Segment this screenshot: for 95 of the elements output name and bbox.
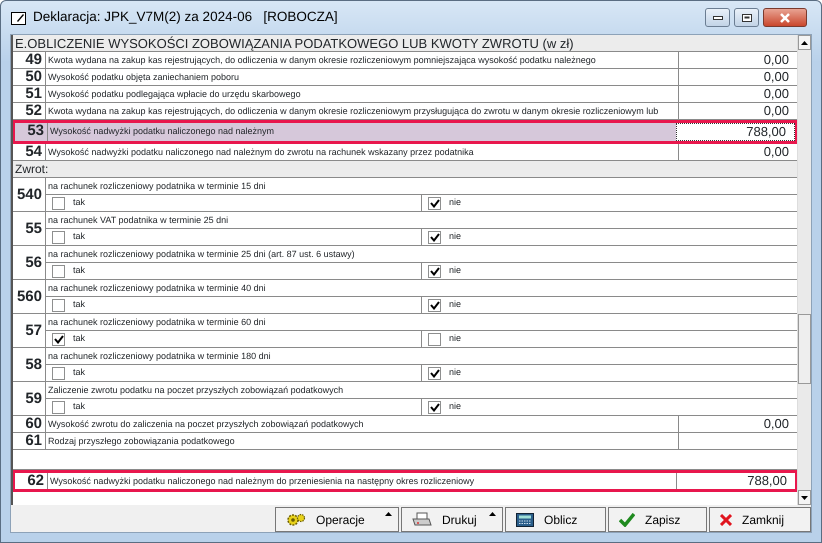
subsection-label: Zwrot: bbox=[13, 161, 797, 178]
checkbox[interactable] bbox=[52, 366, 65, 380]
row-number: 61 bbox=[13, 433, 46, 449]
row-number: 60 bbox=[13, 416, 46, 432]
row-number: 56 bbox=[13, 246, 46, 279]
checkbox-label: tak bbox=[73, 366, 86, 380]
checkbox[interactable] bbox=[428, 196, 441, 210]
checkbox-label: tak bbox=[73, 400, 86, 414]
checkbox-label: tak bbox=[73, 332, 86, 346]
row-label: na rachunek rozliczeniowy podatnika w terminie 25 dni (art. 87 ust. 6 ustawy) bbox=[47, 248, 356, 261]
checkbox-label: nie bbox=[449, 196, 462, 210]
caret-icon bbox=[489, 512, 496, 516]
checkbox[interactable] bbox=[428, 332, 441, 346]
caret-icon bbox=[385, 512, 392, 516]
row-number: 62 bbox=[15, 473, 48, 489]
row-label: na rachunek rozliczeniowy podatnika w terminie 60 dni bbox=[47, 316, 267, 329]
close-button[interactable] bbox=[763, 8, 807, 27]
row-label: na rachunek rozliczeniowy podatnika w terminie 40 dni bbox=[47, 282, 267, 295]
row-label: Wysokość zwrotu do zaliczenia na poczet przyszłych zobowiązań podatkowych bbox=[47, 418, 365, 431]
row-number: 540 bbox=[13, 178, 46, 211]
value-field[interactable]: 788,00 bbox=[676, 123, 795, 141]
row-number: 59 bbox=[13, 382, 46, 415]
row-label: na rachunek VAT podatnika w terminie 25 dni bbox=[47, 214, 230, 227]
row-number: 50 bbox=[13, 69, 46, 85]
checkbox-label: nie bbox=[449, 400, 462, 414]
row-label: Kwota wydana na zakup kas rejestrujących, do odliczenia w danym okresie rozliczeniowym przysługująca do zwrotu w danym okresie rozliczeniowym lub bbox=[47, 105, 660, 118]
row-number: 58 bbox=[13, 348, 46, 381]
checkbox[interactable] bbox=[428, 366, 441, 380]
row-number: 560 bbox=[13, 280, 46, 313]
row-number: 53 bbox=[15, 123, 48, 141]
row-number: 52 bbox=[13, 103, 46, 119]
row-label: Wysokość nadwyżki podatku naliczonego nad należnym bbox=[49, 125, 276, 138]
row-label: na rachunek rozliczeniowy podatnika w terminie 180 dni bbox=[47, 350, 272, 363]
highlighted-row[interactable]: 62 Wysokość nadwyżki podatku naliczonego nad należnym do przeniesienia na następny okres rozliczeniowy 788,00 bbox=[13, 470, 797, 492]
checkbox[interactable] bbox=[52, 264, 65, 278]
checkbox-label: nie bbox=[449, 332, 462, 346]
checkbox[interactable] bbox=[52, 196, 65, 210]
calculator-icon bbox=[516, 512, 534, 526]
checkbox-label: nie bbox=[449, 230, 462, 244]
table-row[interactable]: 60 Wysokość zwrotu do zaliczenia na poczet przyszłych zobowiązań podatkowych 0,00 bbox=[13, 416, 797, 433]
checkbox[interactable] bbox=[428, 230, 441, 244]
maximize-icon bbox=[742, 14, 752, 22]
minimize-button[interactable] bbox=[705, 8, 730, 27]
scroll-down-button[interactable] bbox=[798, 490, 811, 505]
close-window-button[interactable]: Zamknij bbox=[709, 507, 811, 532]
row-label: Wysokość podatku objęta zaniechaniem poboru bbox=[47, 71, 240, 84]
gears-icon bbox=[286, 512, 306, 528]
row-number: 49 bbox=[13, 52, 46, 68]
checkbox-label: nie bbox=[449, 264, 462, 278]
down-arrow-icon bbox=[801, 496, 808, 500]
checkbox[interactable] bbox=[428, 298, 441, 312]
checkbox[interactable] bbox=[52, 400, 65, 414]
calculate-button[interactable]: Oblicz bbox=[505, 507, 606, 532]
row-label: Wysokość nadwyżki podatku naliczonego nad należnym do zwrotu na rachunek wskazany przez podatnika bbox=[47, 146, 475, 159]
maximize-button[interactable] bbox=[734, 8, 759, 27]
printer-icon bbox=[412, 512, 432, 528]
window-title: Deklaracja: JPK_V7M(2) za 2024-06 [ROBOCZA] bbox=[33, 8, 339, 26]
checkbox-label: tak bbox=[73, 264, 86, 278]
row-number: 55 bbox=[13, 212, 46, 245]
save-button[interactable]: Zapisz bbox=[608, 507, 707, 532]
checkbox-label: nie bbox=[449, 298, 462, 312]
scrollbar-thumb[interactable] bbox=[798, 314, 811, 384]
row-label: Zaliczenie zwrotu podatku na poczet przyszłych zobowiązań podatkowych bbox=[47, 384, 344, 397]
row-label: Kwota wydana na zakup kas rejestrujących, do odliczenia w danym okresie rozliczeniowym pomniejszająca wysokość podatku należnego bbox=[47, 54, 597, 67]
value-field[interactable]: 788,00 bbox=[676, 473, 795, 489]
menu-button[interactable]: Operacje bbox=[275, 507, 399, 532]
checkbox-label: tak bbox=[73, 298, 86, 312]
checkbox[interactable] bbox=[52, 332, 65, 346]
table-row[interactable]: 50 Wysokość podatku objęta zaniechaniem poboru 0,00 bbox=[13, 69, 797, 86]
table-row[interactable]: 51 Wysokość podatku podlegająca wpłacie do urzędu skarbowego 0,00 bbox=[13, 86, 797, 103]
document-pencil-icon bbox=[11, 10, 27, 24]
row-number: 54 bbox=[13, 144, 46, 160]
close-icon bbox=[720, 514, 732, 526]
row-label: na rachunek rozliczeniowy podatnika w terminie 15 dni bbox=[47, 180, 267, 193]
row-label: Wysokość nadwyżki podatku naliczonego nad należnym do przeniesienia na następny okres rozliczeniowy bbox=[49, 475, 476, 488]
row-label: Rodzaj przyszłego zobowiązania podatkowego bbox=[47, 435, 236, 448]
menu-button[interactable]: Drukuj bbox=[401, 507, 503, 532]
close-icon bbox=[779, 12, 791, 22]
minimize-icon bbox=[712, 16, 722, 20]
row-number: 51 bbox=[13, 86, 46, 102]
checkbox[interactable] bbox=[52, 230, 65, 244]
row-label: Wysokość podatku podlegająca wpłacie do urzędu skarbowego bbox=[47, 88, 302, 101]
table-row[interactable]: 49 Kwota wydana na zakup kas rejestrujących, do odliczenia w danym okresie rozliczeniowym pomniejszająca wysokość podatku należnego 0,00 bbox=[13, 52, 797, 69]
up-arrow-icon bbox=[801, 40, 808, 44]
checkbox[interactable] bbox=[52, 298, 65, 312]
selected-row[interactable]: 53 Wysokość nadwyżki podatku naliczonego nad należnym 788,00 bbox=[13, 120, 797, 144]
checkbox-label: nie bbox=[449, 366, 462, 380]
checkbox-label: tak bbox=[73, 196, 86, 210]
checkbox[interactable] bbox=[428, 264, 441, 278]
checkmark-icon bbox=[619, 512, 635, 526]
scroll-up-button[interactable] bbox=[798, 35, 811, 50]
checkbox-label: tak bbox=[73, 230, 86, 244]
checkbox[interactable] bbox=[428, 400, 441, 414]
section-header: E.OBLICZENIE WYSOKOŚCI ZOBOWIĄZANIA PODATKOWEGO LUB KWOTY ZWROTU (w zł) bbox=[13, 35, 797, 52]
row-number: 57 bbox=[13, 314, 46, 347]
